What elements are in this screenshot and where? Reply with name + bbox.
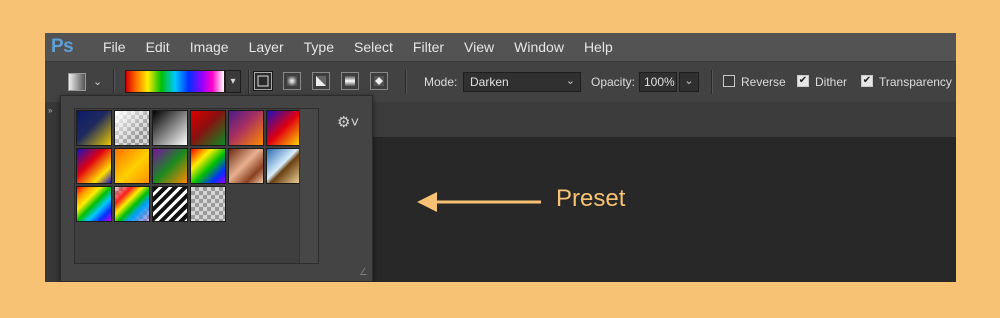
gear-icon[interactable]: ⚙˅ <box>337 113 359 131</box>
opacity-label: Opacity: <box>591 75 636 89</box>
reverse-label: Reverse <box>741 75 786 89</box>
menu-image[interactable]: Image <box>180 39 239 55</box>
annotation-label: Preset <box>556 185 626 212</box>
gradient-preset[interactable] <box>114 110 150 146</box>
transparency-checkbox[interactable]: ✔ <box>861 75 873 87</box>
menu-select[interactable]: Select <box>344 39 403 55</box>
photoshop-logo: Ps <box>51 36 74 57</box>
resize-grip-icon[interactable]: ∠ <box>359 267 368 278</box>
dither-label: Dither <box>815 75 848 89</box>
gradient-preset[interactable] <box>152 148 188 184</box>
chevron-down-icon[interactable]: ⌄ <box>93 75 102 88</box>
preset-grid <box>74 108 319 264</box>
menu-layer[interactable]: Layer <box>239 39 294 55</box>
menu-window[interactable]: Window <box>504 39 574 55</box>
menu-type[interactable]: Type <box>294 39 344 55</box>
gradient-preset-panel: ⚙˅ ∠ <box>60 95 373 282</box>
angle-gradient-icon <box>316 76 326 86</box>
mode-select[interactable]: Darken ⌄ <box>463 72 581 92</box>
opacity-value: 100% <box>644 75 675 89</box>
menu-help[interactable]: Help <box>574 39 623 55</box>
gradient-preset[interactable] <box>228 110 264 146</box>
reflected-gradient-icon <box>345 76 355 86</box>
gradient-preset[interactable] <box>266 148 302 184</box>
gradient-preset[interactable] <box>266 110 302 146</box>
linear-gradient-button[interactable] <box>253 71 273 91</box>
divider <box>405 70 407 94</box>
opacity-dropdown-button[interactable]: ⌄ <box>679 72 699 92</box>
divider <box>711 70 713 94</box>
preset-scrollbar[interactable] <box>299 109 318 263</box>
mode-label: Mode: <box>424 75 458 89</box>
mode-value: Darken <box>470 75 509 89</box>
angle-gradient-button[interactable] <box>312 72 330 90</box>
diamond-gradient-icon <box>374 76 384 86</box>
gradient-preset[interactable] <box>152 186 188 222</box>
gradient-preset[interactable] <box>190 148 226 184</box>
gradient-picker[interactable] <box>125 70 225 93</box>
gradient-tool-icon[interactable] <box>68 73 86 91</box>
radial-gradient-icon <box>287 76 297 86</box>
tools-panel: » <box>45 102 61 282</box>
chevron-down-icon: ⌄ <box>565 75 575 87</box>
reflected-gradient-button[interactable] <box>341 72 359 90</box>
photoshop-window: Ps File Edit Image Layer Type Select Fil… <box>45 33 956 282</box>
chevron-down-icon: ⌄ <box>684 75 694 87</box>
linear-gradient-icon <box>257 75 269 87</box>
transparency-label: Transparency <box>879 75 952 89</box>
arrow-icon <box>417 192 541 212</box>
divider <box>113 70 115 94</box>
radial-gradient-button[interactable] <box>283 72 301 90</box>
dither-checkbox[interactable]: ✔ <box>797 75 809 87</box>
gradient-preset[interactable] <box>76 148 112 184</box>
divider <box>248 70 250 94</box>
opacity-input[interactable]: 100% <box>639 72 677 92</box>
gradient-preset[interactable] <box>190 110 226 146</box>
menu-filter[interactable]: Filter <box>403 39 454 55</box>
gradient-preset[interactable] <box>190 186 226 222</box>
gradient-preset[interactable] <box>76 186 112 222</box>
menu-file[interactable]: File <box>93 39 136 55</box>
menu-edit[interactable]: Edit <box>136 39 180 55</box>
gradient-preset[interactable] <box>228 148 264 184</box>
menu-view[interactable]: View <box>454 39 504 55</box>
gradient-preset[interactable] <box>76 110 112 146</box>
gradient-preset[interactable] <box>114 186 150 222</box>
gradient-picker-dropdown-button[interactable]: ▾ <box>225 70 241 93</box>
gradient-preset[interactable] <box>114 148 150 184</box>
diamond-gradient-button[interactable] <box>370 72 388 90</box>
reverse-checkbox[interactable] <box>723 75 735 87</box>
gradient-preset[interactable] <box>152 110 188 146</box>
menu-bar: Ps File Edit Image Layer Type Select Fil… <box>45 33 956 61</box>
expand-icon[interactable]: » <box>48 106 52 115</box>
